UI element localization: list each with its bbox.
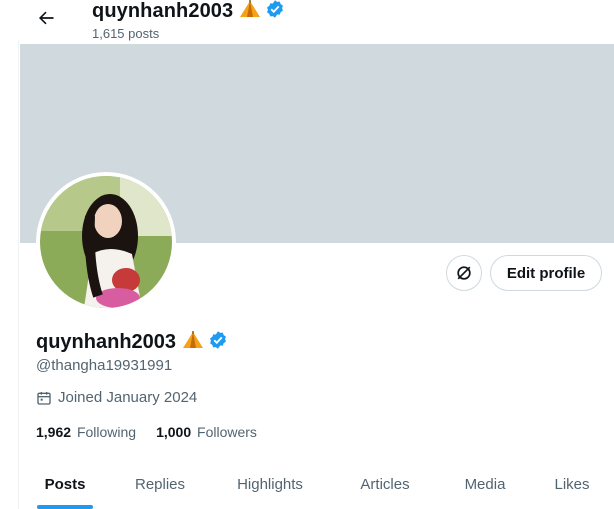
verified-badge-icon — [265, 0, 285, 24]
column-divider — [18, 40, 19, 509]
following-link[interactable]: 1,962 Following — [36, 424, 136, 440]
tab-label: Articles — [360, 476, 410, 493]
verified-badge-icon[interactable] — [208, 330, 228, 355]
tent-emoji-icon — [239, 0, 261, 23]
profile-handle: @thangha19931991 — [36, 357, 173, 374]
posts-count: 1,615 posts — [92, 26, 160, 41]
header-title-row: quynhanh2003 — [92, 0, 285, 24]
tab-media[interactable]: Media — [440, 460, 530, 509]
profile-display-name: quynhanh2003 — [36, 330, 177, 353]
premium-link-button[interactable] — [446, 255, 482, 291]
profile-avatar[interactable] — [36, 172, 176, 312]
profile-name-row: quynhanh2003 — [36, 329, 228, 355]
calendar-icon — [37, 391, 51, 405]
tab-highlights[interactable]: Highlights — [210, 460, 330, 509]
profile-page: quynhanh2003 1,615 posts Edit profile qu… — [0, 0, 614, 509]
following-count: 1,962 — [36, 424, 72, 440]
tab-label: Posts — [44, 476, 86, 493]
followers-link[interactable]: 1,000 Followers — [156, 424, 257, 440]
tab-label: Highlights — [237, 476, 303, 493]
tab-label: Replies — [134, 476, 186, 493]
arrow-left-icon — [39, 11, 54, 25]
tab-label: Media — [464, 476, 506, 493]
back-button[interactable] — [30, 2, 62, 34]
tab-label: Likes — [554, 476, 590, 493]
profile-tabs: Posts Replies Highlights Articles Media … — [20, 460, 614, 509]
follow-stats: 1,962 Following 1,000 Followers — [36, 424, 277, 440]
tab-posts[interactable]: Posts — [20, 460, 110, 509]
tab-likes[interactable]: Likes — [530, 460, 614, 509]
followers-label: Followers — [197, 424, 257, 440]
tab-replies[interactable]: Replies — [110, 460, 210, 509]
followers-count: 1,000 — [156, 424, 192, 440]
active-tab-indicator — [37, 505, 93, 509]
following-label: Following — [76, 424, 137, 440]
edit-profile-button[interactable]: Edit profile — [490, 255, 602, 291]
tab-articles[interactable]: Articles — [330, 460, 440, 509]
no-link-circle-icon — [457, 266, 471, 280]
avatar-photo — [40, 176, 172, 308]
joined-date: Joined January 2024 — [36, 389, 197, 406]
joined-text: Joined January 2024 — [58, 389, 198, 406]
tent-emoji-icon — [182, 330, 204, 354]
header-name: quynhanh2003 — [92, 0, 234, 22]
